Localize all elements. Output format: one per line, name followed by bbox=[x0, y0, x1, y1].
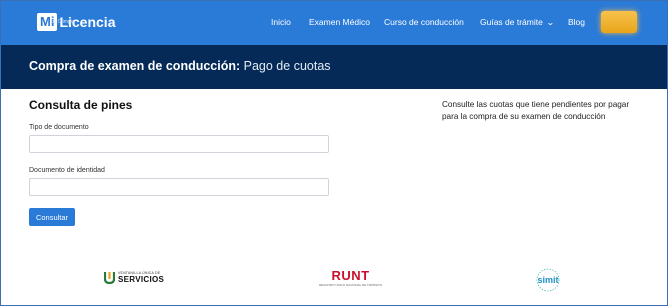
info-text: Consulte las cuotas que tiene pendientes… bbox=[442, 100, 630, 121]
vus-logo: VENTANILLA ÚNICA DE SERVICIOS bbox=[104, 271, 164, 284]
nav-inicio[interactable]: Inicio bbox=[271, 17, 291, 27]
page-frame: Mi Licencia by Olimpia Inicio Examen Méd… bbox=[0, 0, 668, 306]
doc-id-label: Documento de identidad bbox=[29, 167, 105, 174]
top-navbar: Mi Licencia by Olimpia Inicio Examen Méd… bbox=[1, 1, 667, 45]
nav-guias-tramite[interactable]: Guías de trámite ⌄ bbox=[480, 17, 555, 27]
runt-subtitle: REGISTRO ÚNICO NACIONAL DE TRÁNSITO bbox=[319, 283, 383, 287]
runt-logo: RUNT REGISTRO ÚNICO NACIONAL DE TRÁNSITO bbox=[319, 268, 383, 288]
main-nav: Inicio Examen Médico Curso de conducción… bbox=[1, 1, 667, 45]
page-title-light: Pago de cuotas bbox=[240, 59, 331, 73]
runt-text: RUNT bbox=[331, 268, 370, 283]
page-header-band: Compra de examen de conducción: Pago de … bbox=[1, 45, 667, 89]
nav-guias-label: Guías de trámite bbox=[480, 17, 543, 27]
nav-curso-conduccion[interactable]: Curso de conducción bbox=[384, 17, 464, 27]
form-title: Consulta de pines bbox=[29, 98, 133, 112]
doc-type-input[interactable] bbox=[29, 135, 329, 153]
consultar-button[interactable]: Consultar bbox=[29, 208, 75, 226]
page-title: Compra de examen de conducción: Pago de … bbox=[29, 59, 331, 73]
nav-examen-medico[interactable]: Examen Médico bbox=[309, 17, 370, 27]
nav-blog[interactable]: Blog bbox=[568, 17, 585, 27]
partner-logos: VENTANILLA ÚNICA DE SERVICIOS RUNT REGIS… bbox=[1, 263, 667, 297]
vus-mark-icon bbox=[104, 272, 115, 284]
simit-logo: simit bbox=[536, 268, 560, 292]
vus-big-text: SERVICIOS bbox=[118, 275, 165, 284]
doc-id-input[interactable] bbox=[29, 178, 329, 196]
highlighted-nav-button[interactable] bbox=[601, 11, 637, 33]
page-title-bold: Compra de examen de conducción: bbox=[29, 59, 241, 73]
simit-text: simit bbox=[537, 275, 558, 285]
chevron-down-icon: ⌄ bbox=[545, 18, 555, 27]
doc-type-label: Tipo de documento bbox=[29, 124, 89, 131]
